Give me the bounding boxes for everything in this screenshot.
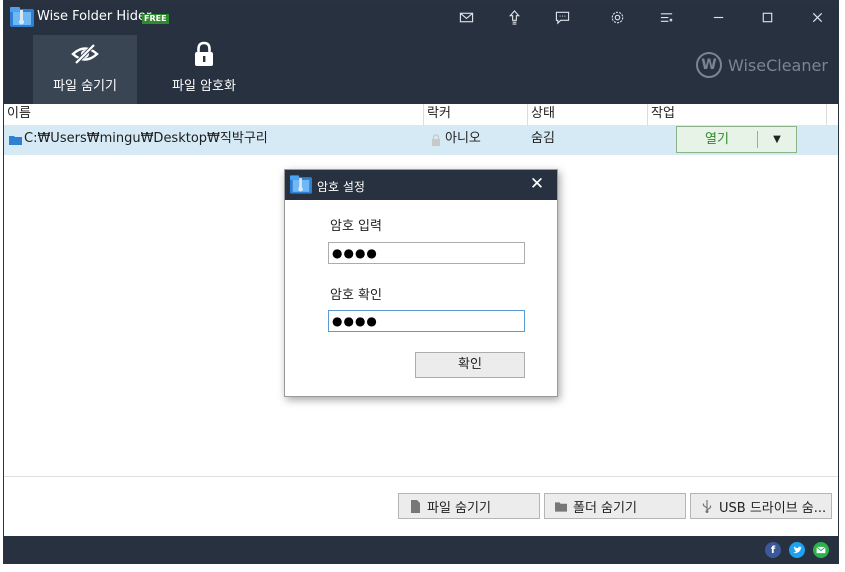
app-logo-icon <box>290 175 312 194</box>
column-header-status[interactable]: 상태 <box>528 104 648 125</box>
row-locker: 아니오 <box>445 131 481 146</box>
folder-icon <box>555 502 567 512</box>
button-label: 폴더 숨기기 <box>573 500 637 516</box>
free-badge: FREE <box>142 14 169 24</box>
button-label: USB 드라이브 숨... <box>719 500 827 516</box>
lock-icon <box>195 41 213 66</box>
ok-button[interactable]: 확인 <box>415 352 525 378</box>
file-icon <box>411 500 420 513</box>
usb-icon <box>702 500 712 513</box>
open-button[interactable]: 열기 <box>677 127 757 152</box>
column-header-action[interactable]: 작업 <box>648 104 827 125</box>
brand-mark: W <box>696 52 722 78</box>
lock-icon <box>432 134 440 146</box>
tab-encrypt-files[interactable]: 파일 암호화 <box>152 35 256 104</box>
status-bar: f <box>4 536 838 563</box>
table-row[interactable]: C:₩Users₩mingu₩Desktop₩직박구리 아니오 숨김 열기 ▼ <box>4 125 838 155</box>
password-field[interactable] <box>328 242 525 264</box>
tab-label: 파일 암호화 <box>172 79 236 94</box>
password-label: 암호 입력 <box>330 219 382 234</box>
hide-usb-button[interactable]: USB 드라이브 숨... <box>690 493 832 519</box>
eye-slash-icon <box>71 43 99 65</box>
table-header: 이름 락커 상태 작업 <box>4 104 830 126</box>
button-label: 파일 숨기기 <box>427 500 491 516</box>
confirm-password-label: 암호 확인 <box>330 288 382 303</box>
maximize-icon[interactable] <box>759 9 775 25</box>
dialog-title: 암호 설정 <box>317 180 365 194</box>
email-icon[interactable] <box>813 542 829 558</box>
gear-icon[interactable] <box>609 9 625 25</box>
row-status: 숨김 <box>531 131 555 146</box>
tab-hide-files[interactable]: 파일 숨기기 <box>33 35 137 104</box>
close-icon[interactable] <box>809 9 825 25</box>
password-dialog: 암호 설정 ✕ 암호 입력 암호 확인 확인 <box>284 169 558 397</box>
open-split-button: 열기 ▼ <box>676 126 797 153</box>
brand-name: WiseCleaner <box>728 55 828 75</box>
hide-folder-button[interactable]: 폴더 숨기기 <box>544 493 686 519</box>
tab-label: 파일 숨기기 <box>53 79 117 94</box>
minimize-icon[interactable] <box>710 9 726 25</box>
upload-icon[interactable] <box>506 9 522 25</box>
mail-icon[interactable] <box>458 9 474 25</box>
dialog-title-bar: 암호 설정 ✕ <box>285 170 557 200</box>
dialog-close-icon[interactable]: ✕ <box>529 175 545 193</box>
column-header-name[interactable]: 이름 <box>4 104 424 125</box>
divider <box>4 476 838 477</box>
twitter-icon[interactable] <box>789 542 805 558</box>
feedback-icon[interactable] <box>554 9 570 25</box>
hide-file-button[interactable]: 파일 숨기기 <box>398 493 540 519</box>
app-title: Wise Folder Hider <box>37 9 152 24</box>
app-logo-icon <box>10 7 34 27</box>
folder-icon <box>9 136 22 145</box>
column-header-locker[interactable]: 락커 <box>424 104 528 125</box>
confirm-password-field[interactable] <box>328 310 525 332</box>
facebook-icon[interactable]: f <box>765 542 781 558</box>
wisecleaner-logo: W WiseCleaner <box>696 52 828 78</box>
row-path: C:₩Users₩mingu₩Desktop₩직박구리 <box>24 131 268 146</box>
chevron-down-icon[interactable]: ▼ <box>758 127 796 152</box>
menu-icon[interactable] <box>658 9 674 25</box>
title-bar: Wise Folder Hider FREE 파일 숨기기 파일 암호화 W W… <box>4 1 838 104</box>
